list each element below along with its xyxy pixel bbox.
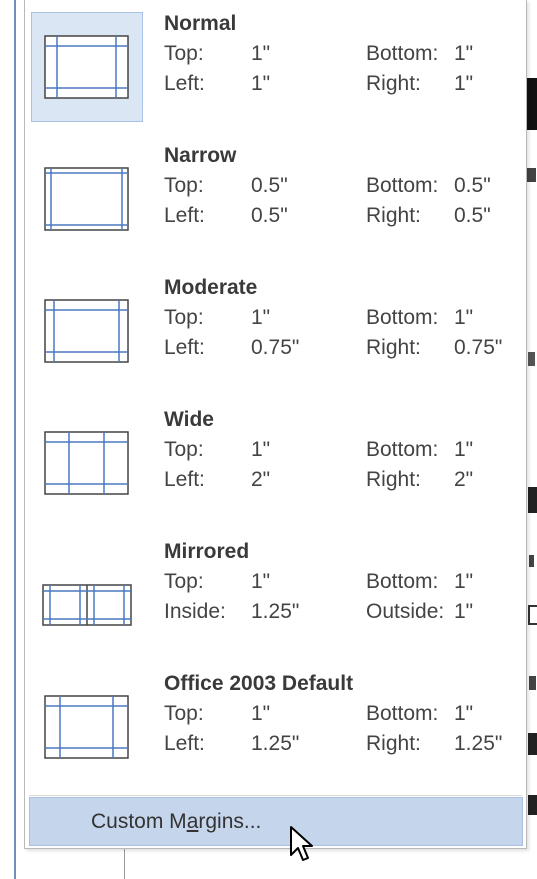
mouse-cursor-icon xyxy=(290,826,313,861)
left-value: 2" xyxy=(251,468,271,491)
right-label: Right: xyxy=(366,72,421,95)
bottom-value: 0.5" xyxy=(454,174,491,197)
top-label: Top: xyxy=(164,570,204,593)
document-text-fragment xyxy=(528,352,535,366)
margin-office2003-icon xyxy=(44,695,129,759)
left-label: Left: xyxy=(164,468,205,491)
preset-name: Normal xyxy=(164,12,237,35)
bottom-label: Bottom: xyxy=(366,570,439,593)
margin-moderate-icon xyxy=(44,299,129,363)
inside-value: 1.25" xyxy=(251,600,300,623)
top-value: 0.5" xyxy=(251,174,288,197)
top-value: 1" xyxy=(251,42,271,65)
margin-normal-thumb xyxy=(31,12,143,122)
outside-label: Outside: xyxy=(366,600,445,623)
bottom-label: Bottom: xyxy=(366,438,439,461)
document-edge xyxy=(14,0,16,879)
right-label: Right: xyxy=(366,204,421,227)
left-label: Left: xyxy=(164,732,205,755)
left-label: Left: xyxy=(164,72,205,95)
top-label: Top: xyxy=(164,42,204,65)
menu-separator xyxy=(29,795,522,796)
right-value: 0.5" xyxy=(454,204,491,227)
right-label: Right: xyxy=(366,336,421,359)
top-value: 1" xyxy=(251,570,271,593)
document-text-fragment xyxy=(529,555,534,567)
preset-name: Office 2003 Default xyxy=(164,672,354,695)
right-value: 2" xyxy=(454,468,474,491)
right-label: Right: xyxy=(366,468,421,491)
top-value: 1" xyxy=(251,702,271,725)
bottom-value: 1" xyxy=(454,306,474,329)
outside-value: 1" xyxy=(454,600,474,623)
margin-preset-office2003[interactable]: Office 2003 Default Top: 1" Bottom: 1" L… xyxy=(31,662,526,790)
inside-label: Inside: xyxy=(164,600,226,623)
margin-moderate-thumb xyxy=(31,276,143,386)
margin-preset-mirrored[interactable]: Mirrored Top: 1" Bottom: 1" Inside: 1.25… xyxy=(31,530,526,658)
bottom-value: 1" xyxy=(454,570,474,593)
right-value: 1.25" xyxy=(454,732,503,755)
bottom-label: Bottom: xyxy=(366,42,439,65)
margins-dropdown-menu: Normal Top: 1" Bottom: 1" Left: 1" Right… xyxy=(24,0,527,849)
margin-normal-icon xyxy=(44,35,129,99)
document-text-fragment xyxy=(526,78,537,130)
document-text-fragment xyxy=(528,733,537,755)
document-text-fragment xyxy=(528,795,537,815)
bottom-value: 1" xyxy=(454,702,474,725)
top-value: 1" xyxy=(251,438,271,461)
bottom-value: 1" xyxy=(454,42,474,65)
custom-margins-button[interactable]: Custom Margins... xyxy=(29,797,523,846)
top-value: 1" xyxy=(251,306,271,329)
left-value: 0.75" xyxy=(251,336,300,359)
custom-margins-accelerator: a xyxy=(186,810,199,833)
margin-preset-wide[interactable]: Wide Top: 1" Bottom: 1" Left: 2" Right: … xyxy=(31,398,526,526)
bottom-label: Bottom: xyxy=(366,702,439,725)
top-label: Top: xyxy=(164,306,204,329)
margin-wide-icon xyxy=(44,431,129,495)
top-label: Top: xyxy=(164,702,204,725)
right-value: 0.75" xyxy=(454,336,503,359)
margin-mirrored-thumb xyxy=(31,540,143,650)
left-label: Left: xyxy=(164,204,205,227)
top-label: Top: xyxy=(164,438,204,461)
bottom-label: Bottom: xyxy=(366,174,439,197)
margin-office2003-thumb xyxy=(31,672,143,782)
custom-margins-text: rgins... xyxy=(198,810,262,833)
document-text-fragment xyxy=(529,676,536,690)
preset-name: Wide xyxy=(164,408,214,431)
left-value: 1.25" xyxy=(251,732,300,755)
top-label: Top: xyxy=(164,174,204,197)
custom-margins-label: Custom Margins... xyxy=(91,810,261,834)
preset-name: Moderate xyxy=(164,276,258,299)
preset-name: Narrow xyxy=(164,144,237,167)
bottom-label: Bottom: xyxy=(366,306,439,329)
margin-wide-thumb xyxy=(31,408,143,518)
margin-preset-normal[interactable]: Normal Top: 1" Bottom: 1" Left: 1" Right… xyxy=(31,2,526,130)
document-text-fragment xyxy=(527,168,536,182)
margin-narrow-icon xyxy=(44,167,129,231)
right-label: Right: xyxy=(366,732,421,755)
document-text-fragment xyxy=(528,605,537,625)
bottom-value: 1" xyxy=(454,438,474,461)
right-value: 1" xyxy=(454,72,474,95)
margin-preset-narrow[interactable]: Narrow Top: 0.5" Bottom: 0.5" Left: 0.5"… xyxy=(31,134,526,262)
custom-margins-text: Custom M xyxy=(91,810,187,833)
margin-preset-moderate[interactable]: Moderate Top: 1" Bottom: 1" Left: 0.75" … xyxy=(31,266,526,394)
margin-mirrored-icon xyxy=(42,584,132,626)
document-text-fragment xyxy=(528,487,537,513)
preset-name: Mirrored xyxy=(164,540,250,563)
left-value: 1" xyxy=(251,72,271,95)
margin-narrow-thumb xyxy=(31,144,143,254)
left-value: 0.5" xyxy=(251,204,288,227)
left-label: Left: xyxy=(164,336,205,359)
